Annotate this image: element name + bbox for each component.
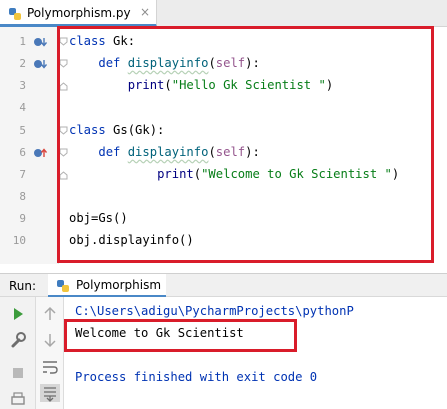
soft-wrap-icon[interactable] [39, 357, 61, 377]
overridden-method-icon[interactable] [33, 57, 47, 71]
fold-icon[interactable] [59, 126, 68, 135]
line-number: 5 [19, 124, 26, 137]
line-number: 10 [12, 234, 26, 247]
rerun-icon[interactable] [7, 304, 29, 324]
python-run-config-icon [57, 280, 69, 292]
code-line: obj.displayinfo() [69, 233, 194, 247]
implemented-by-icon[interactable] [33, 35, 47, 49]
run-toolbar-right [36, 297, 64, 409]
console-command-line: C:\Users\adigu\PycharmProjects\pythonP [75, 304, 354, 318]
line-number: 7 [19, 168, 26, 181]
stop-icon[interactable] [7, 363, 29, 383]
code-editor[interactable]: 1 2 3 4 5 6 7 8 9 10 class Gk: def displ… [0, 27, 447, 264]
code-line: print("Hello Gk Scientist ") [127, 78, 334, 92]
code-line: class Gk: [69, 34, 136, 48]
code-line: class Gs(Gk): [69, 123, 165, 137]
scroll-down-icon[interactable] [39, 330, 61, 350]
line-number: 2 [19, 57, 26, 70]
scroll-to-end-icon[interactable] [39, 383, 61, 403]
fold-icon[interactable] [59, 59, 68, 68]
python-file-icon [9, 8, 21, 20]
run-panel-label: Run: [9, 279, 37, 293]
run-toolbar-left [0, 297, 36, 409]
print-icon[interactable] [7, 389, 29, 409]
line-number: 1 [19, 35, 26, 48]
editor-tab-bar: Polymorphism.py × [0, 0, 447, 27]
run-config-name: Polymorphism [76, 278, 162, 292]
console-exit-message: Process finished with exit code 0 [75, 370, 318, 384]
code-line: def displayinfo(self): [98, 145, 260, 159]
line-number: 9 [19, 212, 26, 225]
fold-icon[interactable] [59, 148, 68, 157]
run-panel-header: Run: Polymorphism [0, 273, 447, 298]
editor-gutter: 1 2 3 4 5 6 7 8 9 10 [0, 27, 68, 264]
run-config-tab[interactable]: Polymorphism [48, 274, 166, 298]
run-console[interactable]: C:\Users\adigu\PycharmProjects\pythonP W… [64, 297, 447, 409]
editor-tab-label: Polymorphism.py [27, 6, 131, 20]
console-program-output: Welcome to Gk Scientist [75, 326, 244, 340]
wrench-icon[interactable] [7, 330, 29, 350]
fold-end-icon[interactable] [59, 171, 68, 180]
fold-end-icon[interactable] [59, 82, 68, 91]
overrides-method-icon[interactable] [33, 146, 47, 160]
line-number: 3 [19, 79, 26, 92]
code-line: obj=Gs() [69, 211, 128, 225]
close-icon[interactable]: × [140, 5, 150, 19]
line-number: 6 [19, 146, 26, 159]
code-line: def displayinfo(self): [98, 56, 260, 70]
scroll-up-icon[interactable] [39, 304, 61, 324]
editor-tab-polymorphism[interactable]: Polymorphism.py × [0, 0, 157, 27]
code-line: print("Welcome to Gk Scientist ") [157, 167, 400, 181]
fold-icon[interactable] [59, 37, 68, 46]
line-number: 4 [19, 101, 26, 114]
line-number: 8 [19, 190, 26, 203]
